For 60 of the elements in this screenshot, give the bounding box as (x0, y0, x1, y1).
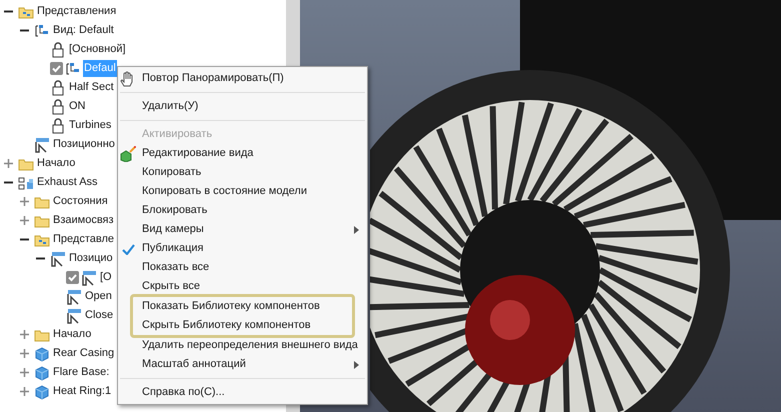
menu-item[interactable]: Показать все (118, 258, 367, 277)
tree-item[interactable]: [O (99, 269, 113, 286)
menu-item[interactable]: Удалить(У) (118, 97, 367, 116)
lock-icon (50, 98, 66, 114)
tree-item[interactable]: Позицио (68, 250, 114, 267)
tree-item[interactable]: Turbines (68, 117, 112, 134)
menu-item[interactable]: Скрыть Библиотеку компонентов (133, 316, 352, 335)
lock-icon (50, 42, 66, 58)
expand-toggle[interactable] (20, 368, 29, 377)
position-icon (50, 250, 66, 266)
position-icon (66, 288, 82, 304)
menu-item[interactable]: Удалить переопределения внешнего вида (118, 336, 367, 355)
expand-toggle[interactable] (4, 159, 13, 168)
tree-item[interactable]: Позиционно (52, 136, 116, 153)
lock-icon (50, 118, 66, 134)
menu-item[interactable]: Показать Библиотеку компонентов (133, 297, 352, 316)
tree-item[interactable]: Начало (36, 155, 76, 172)
menu-item[interactable]: Редактирование вида (118, 144, 367, 163)
edit-view-icon (120, 146, 136, 162)
menu-item[interactable]: Повтор Панорамировать(П) (118, 69, 367, 88)
tree-item[interactable]: Heat Ring:1 (52, 383, 112, 400)
position-icon (81, 270, 97, 286)
checkbox[interactable] (66, 271, 79, 284)
menu-item[interactable]: Справка по(С)... (118, 383, 367, 402)
tree-item[interactable]: Представле (52, 231, 115, 248)
view-icon (65, 60, 81, 76)
tree-item[interactable]: Rear Casing (52, 345, 116, 362)
tree-item[interactable]: Half Sect (68, 79, 115, 96)
position-icon (66, 308, 82, 324)
tree-item[interactable]: ON (68, 98, 86, 115)
tree-item[interactable]: Close (84, 307, 114, 324)
position-icon (34, 136, 50, 152)
menu-item[interactable]: Блокировать (118, 201, 367, 220)
expand-toggle[interactable] (20, 330, 29, 339)
menu-item[interactable]: Вид камеры (118, 220, 367, 239)
cube-icon (34, 364, 50, 380)
cube-icon (34, 346, 50, 362)
tree-item[interactable]: Состояния (52, 193, 109, 210)
expand-toggle[interactable] (20, 216, 29, 225)
expand-toggle[interactable] (20, 349, 29, 358)
lock-icon (50, 80, 66, 96)
cube-icon (34, 384, 50, 400)
menu-item[interactable]: Копировать в состояние модели (118, 182, 367, 201)
menu-item[interactable]: Скрыть все (118, 277, 367, 296)
assembly-icon (18, 174, 34, 190)
tree-item[interactable]: Вид: Default (52, 22, 115, 39)
tree-item[interactable]: Взаимосвяз (52, 212, 115, 229)
tree-item[interactable]: Flare Base: (52, 364, 110, 381)
menu-item[interactable]: Масштаб аннотаций (118, 355, 367, 374)
expand-toggle[interactable] (20, 197, 29, 206)
tree-item[interactable]: [Основной] (68, 41, 127, 58)
tree-item[interactable]: Начало (52, 326, 92, 343)
expand-toggle[interactable] (20, 387, 29, 396)
view-icon (34, 22, 50, 38)
tree-item[interactable]: Представления (36, 3, 118, 20)
checkbox[interactable] (50, 62, 63, 75)
menu-item[interactable]: Копировать (118, 163, 367, 182)
tree-item[interactable]: Exhaust Ass (36, 174, 99, 191)
menu-item[interactable]: Публикация (118, 239, 367, 258)
tree-item[interactable]: Open (84, 288, 113, 305)
